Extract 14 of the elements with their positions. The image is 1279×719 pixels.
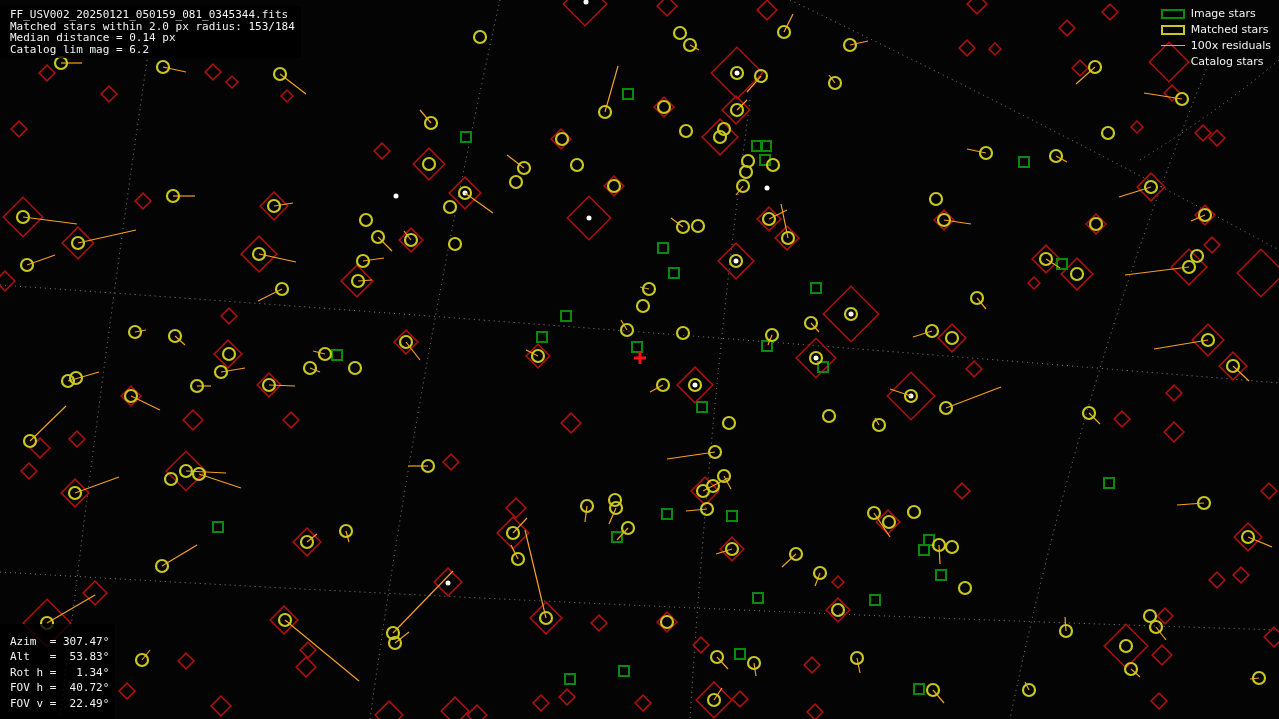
info-text: FOV v = 22.49°: [10, 695, 110, 711]
legend-label: 100x residuals: [1190, 38, 1271, 53]
info-text: Alt = 53.83°: [10, 649, 110, 665]
legend-label: Image stars: [1190, 6, 1257, 21]
info-text: FF_USV002_20250121_050159_081_0345344.fits: [10, 9, 290, 21]
legend-label: Matched stars: [1190, 22, 1270, 37]
info-text: FOV h = 40.72°: [10, 680, 110, 696]
cross-icon: [632, 350, 648, 366]
legend-label: Catalog stars: [1190, 54, 1265, 69]
info-text: Catalog lim mag = 6.2: [10, 43, 151, 56]
info-text: Matched stars within 2.0 px radius: 153/184: [10, 20, 295, 33]
info-text: Azim = 307.47°: [10, 633, 110, 649]
info-text: Rot h = 1.34°: [10, 664, 110, 680]
info-text: Median distance = 0.14 px: [10, 32, 176, 44]
